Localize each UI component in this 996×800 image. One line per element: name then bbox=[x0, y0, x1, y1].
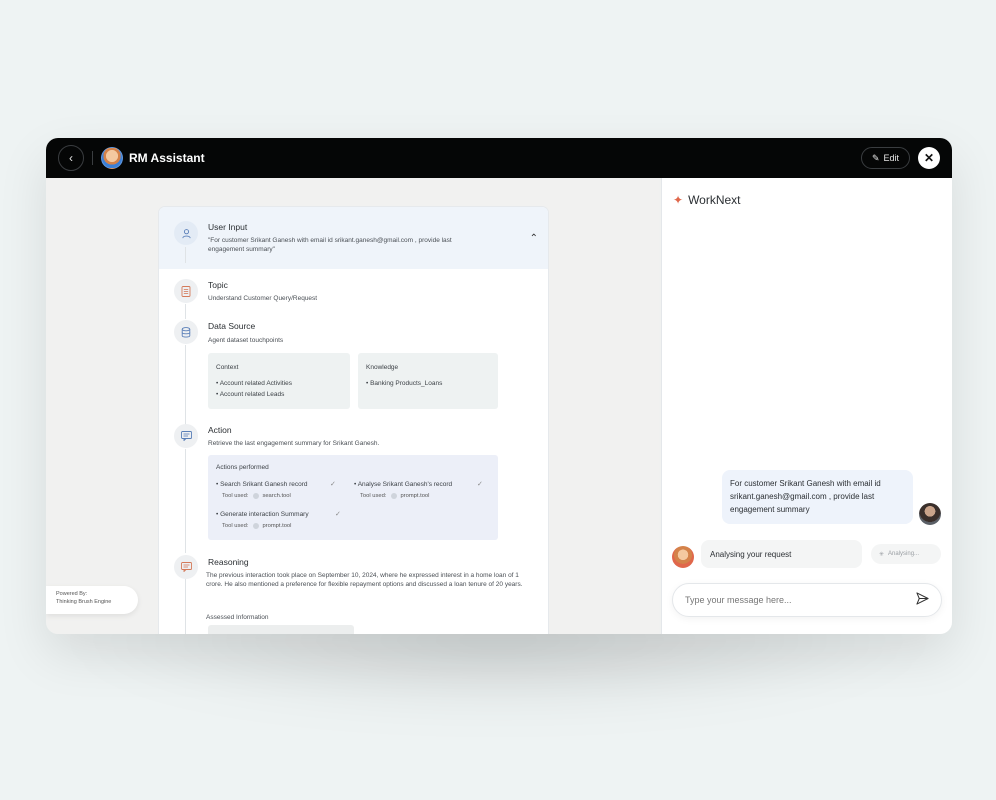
bot-avatar bbox=[672, 546, 694, 568]
context-item: • Account related Leads bbox=[216, 391, 285, 399]
assistant-avatar bbox=[101, 147, 123, 169]
bot-message-text: Analysing your request bbox=[710, 549, 792, 559]
tool-name: prompt.tool bbox=[400, 493, 430, 499]
data-source-title: Data Source bbox=[208, 321, 256, 331]
document-icon bbox=[174, 279, 198, 303]
prompt-tool-icon bbox=[253, 523, 260, 529]
action-title: Action bbox=[208, 425, 232, 435]
powered-by-engine: Thinking Brush Engine bbox=[56, 598, 112, 605]
timeline-line bbox=[185, 449, 186, 553]
action-item: • Generate interaction Summary bbox=[216, 511, 309, 518]
assessed-information-placeholder bbox=[208, 625, 354, 634]
actions-performed-title: Actions performed bbox=[216, 464, 269, 471]
action-item: • Analyse Srikant Ganesh's record bbox=[354, 481, 453, 488]
knowledge-box: Knowledge • Banking Products_Loans bbox=[358, 353, 498, 409]
timeline-line bbox=[185, 247, 186, 263]
tool-used: Tool used: search.tool bbox=[222, 493, 291, 499]
context-item: • Account related Activities bbox=[216, 379, 292, 387]
message-input[interactable] bbox=[685, 595, 916, 605]
powered-by-label: Powered By: bbox=[56, 591, 88, 597]
back-button[interactable]: ‹ bbox=[58, 145, 84, 171]
tool-name: search.tool bbox=[262, 493, 291, 499]
user-avatar bbox=[919, 503, 941, 525]
knowledge-item: • Banking Products_Loans bbox=[366, 379, 443, 387]
database-icon bbox=[174, 320, 198, 344]
title-bar: ‹ RM Assistant ✎ Edit ✕ bbox=[46, 138, 952, 178]
close-button[interactable]: ✕ bbox=[918, 147, 940, 169]
message-input-box[interactable] bbox=[672, 583, 942, 617]
chevron-up-icon[interactable]: ⌃ bbox=[530, 233, 538, 244]
timeline-line bbox=[185, 579, 186, 634]
timeline-line bbox=[185, 345, 186, 425]
tool-used-label: Tool used: bbox=[222, 523, 249, 529]
pencil-icon: ✎ bbox=[871, 152, 880, 163]
assessed-information-title: Assessed Information bbox=[206, 614, 269, 621]
timeline-line bbox=[185, 304, 186, 319]
reasoning-icon bbox=[174, 555, 198, 579]
chat-title: WorkNext bbox=[688, 193, 741, 207]
tool-used: Tool used: prompt.tool bbox=[360, 493, 429, 499]
tool-used-label: Tool used: bbox=[222, 493, 249, 499]
context-title: Context bbox=[216, 364, 239, 371]
chat-header: ✦ WorkNext bbox=[673, 193, 741, 207]
reasoning-text: The previous interaction took place on S… bbox=[206, 572, 523, 589]
user-input-title: User Input bbox=[208, 222, 248, 232]
close-icon: ✕ bbox=[923, 151, 935, 165]
edit-button[interactable]: ✎ Edit bbox=[860, 147, 910, 169]
sparkle-icon: ✦ bbox=[673, 193, 684, 207]
flow-pane: User Input "For customer Srikant Ganesh … bbox=[46, 178, 659, 634]
window-title: RM Assistant bbox=[129, 151, 205, 165]
reasoning-flow-card: User Input "For customer Srikant Ganesh … bbox=[159, 207, 548, 634]
tool-name: prompt.tool bbox=[262, 523, 292, 529]
analysing-status-text: Analysing... bbox=[888, 551, 920, 557]
check-icon: ✓ bbox=[477, 481, 483, 488]
check-icon: ✓ bbox=[330, 481, 336, 488]
chat-pane: ✦ WorkNext For customer Srikant Ganesh w… bbox=[661, 178, 952, 634]
reasoning-title: Reasoning bbox=[208, 557, 249, 567]
prompt-tool-icon bbox=[391, 493, 398, 499]
topic-title: Topic bbox=[208, 280, 228, 290]
tool-used-label: Tool used: bbox=[360, 493, 387, 499]
chat-icon bbox=[174, 424, 198, 448]
analysing-status: ✳ Analysing... bbox=[871, 544, 941, 564]
context-box: Context • Account related Activities • A… bbox=[208, 353, 350, 409]
user-input-text: "For customer Srikant Ganesh with email … bbox=[208, 237, 452, 254]
check-icon: ✓ bbox=[335, 511, 341, 518]
title-separator bbox=[92, 151, 93, 165]
action-item: • Search Srikant Ganesh record bbox=[216, 481, 308, 488]
tool-used: Tool used: prompt.tool bbox=[222, 523, 291, 529]
send-icon[interactable] bbox=[916, 592, 929, 608]
bot-message-bubble: Analysing your request bbox=[701, 540, 862, 568]
user-input-step[interactable]: User Input "For customer Srikant Ganesh … bbox=[159, 207, 548, 269]
app-window: ‹ RM Assistant ✎ Edit ✕ User Input "For … bbox=[46, 138, 952, 634]
spinner-icon: ✳ bbox=[879, 551, 885, 558]
chevron-left-icon: ‹ bbox=[69, 151, 73, 165]
user-message-bubble: For customer Srikant Ganesh with email i… bbox=[722, 470, 913, 524]
edit-label: Edit bbox=[883, 153, 899, 163]
search-tool-icon bbox=[253, 493, 260, 499]
actions-performed-box: Actions performed • Search Srikant Ganes… bbox=[208, 455, 498, 540]
user-icon bbox=[174, 221, 198, 245]
powered-by-badge: Powered By: Thinking Brush Engine bbox=[46, 586, 138, 614]
topic-text: Understand Customer Query/Request bbox=[208, 295, 318, 302]
knowledge-title: Knowledge bbox=[366, 364, 399, 371]
data-source-text: Agent dataset touchpoints bbox=[208, 337, 284, 344]
action-text: Retrieve the last engagement summary for… bbox=[208, 440, 380, 447]
